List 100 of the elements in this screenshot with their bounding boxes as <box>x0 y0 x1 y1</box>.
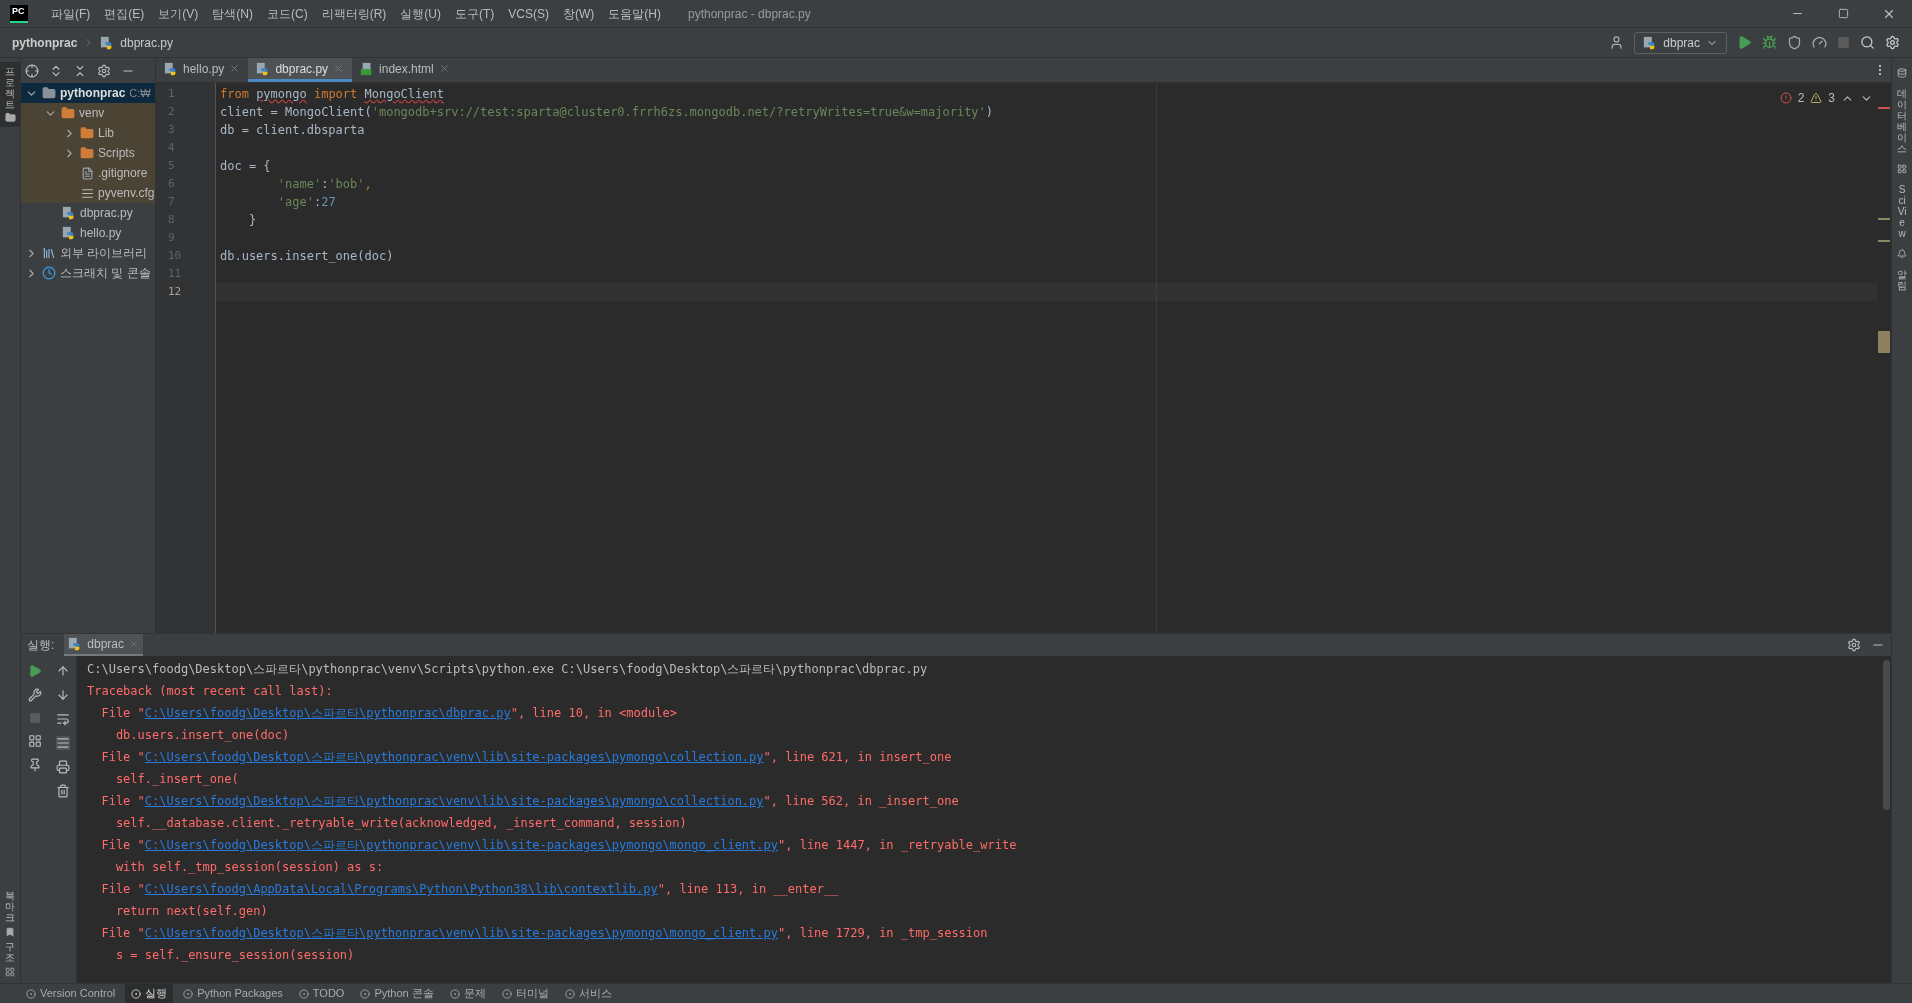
print-icon[interactable] <box>55 760 70 774</box>
search-icon[interactable] <box>1860 35 1875 50</box>
file-link[interactable]: C:\Users\foodg\Desktop\스파르타\pythonprac\venv\lib\site-packages\pymongo\mongo_client.py <box>144 838 778 852</box>
tree-item[interactable]: venv <box>21 103 155 123</box>
run-icon[interactable] <box>1737 35 1752 50</box>
file-link[interactable]: C:\Users\foodg\Desktop\스파르타\pythonprac\venv\lib\site-packages\pymongo\collection.py <box>144 750 764 764</box>
tree-item[interactable]: hello.py <box>21 223 155 243</box>
menu-item[interactable]: 리팩터링(R) <box>314 4 394 23</box>
code-token: doc = { <box>220 158 271 175</box>
tool-icon <box>298 988 309 999</box>
tool-window-tab[interactable]: 터미널 <box>495 984 555 1003</box>
text-file-icon <box>81 186 94 200</box>
breadcrumb-item[interactable]: dbprac.py <box>120 33 174 52</box>
tool-window-tab[interactable]: Python 콘솔 <box>354 984 440 1003</box>
file-link[interactable]: C:\Users\foodg\Desktop\스파르타\pythonprac\venv\lib\site-packages\pymongo\collection.py <box>144 794 764 808</box>
user-icon[interactable] <box>1609 35 1625 50</box>
console-line: s = self._ensure_session(session) <box>114 947 356 964</box>
tree-label: venv <box>79 105 105 122</box>
tool-window-tab[interactable]: 문제 <box>443 984 492 1003</box>
pin-icon[interactable] <box>28 758 42 772</box>
tree-label: .gitignore <box>98 165 148 182</box>
tree-item[interactable]: pythonprac C:₩ <box>21 83 155 103</box>
collapse-all-icon[interactable] <box>73 63 87 78</box>
editor-tab[interactable]: index.html <box>352 58 458 82</box>
error-count[interactable]: 2 <box>1797 89 1805 107</box>
shield-icon[interactable] <box>1787 35 1802 50</box>
tree-item[interactable]: dbprac.py <box>21 203 155 223</box>
console-line: File "C:\Users\foodg\Desktop\스파르타\pythonprac\venv\lib\site-packages\pymongo\mongo_client.py", line 1729, in _tmp_session <box>100 925 989 942</box>
code-token: ) <box>985 104 994 121</box>
menu-item[interactable]: 코드(C) <box>260 4 315 23</box>
tree-item[interactable]: Scripts <box>21 143 155 163</box>
code-token: } <box>247 212 257 229</box>
arrow-up-icon[interactable] <box>55 664 70 678</box>
code-token: : <box>321 176 329 193</box>
tool-icon <box>131 988 142 999</box>
debug-icon[interactable] <box>1762 35 1777 50</box>
tree-label: hello.py <box>80 225 122 242</box>
menu-item[interactable]: 탐색(N) <box>205 4 260 23</box>
tool-window-tab[interactable]: 실행 <box>125 984 174 1003</box>
console-line: File "C:\Users\foodg\Desktop\스파르타\pythonprac\venv\lib\site-packages\pymongo\collection.py", line 621, in insert_one <box>100 749 953 766</box>
menu-item[interactable]: 도구(T) <box>448 4 502 23</box>
tree-item[interactable]: Lib <box>21 123 155 143</box>
sciview-tool-tab[interactable]: SciView <box>1897 184 1907 239</box>
tree-item[interactable]: 스크래치 및 콘솔 <box>21 263 155 283</box>
bookmarks-tool-tab[interactable]: 북마크 <box>5 890 15 923</box>
tool-window-tab[interactable]: 서비스 <box>558 984 618 1003</box>
layout-icon[interactable] <box>28 734 42 748</box>
soft-wrap-icon[interactable] <box>55 712 70 726</box>
menu-item[interactable]: 보기(V) <box>151 4 206 23</box>
menu-item[interactable]: 실행(U) <box>393 4 448 23</box>
menu-item[interactable]: 파일(F) <box>44 4 98 23</box>
tree-item[interactable]: 외부 라이브러리 <box>21 243 155 263</box>
library-icon <box>42 246 56 260</box>
wrench-icon[interactable] <box>28 688 42 702</box>
window-title: pythonprac - dbprac.py <box>688 5 811 23</box>
code-token: db = client.dbsparta <box>220 122 365 139</box>
warning-count[interactable]: 3 <box>1828 89 1835 107</box>
tree-item[interactable]: pyvenv.cfg <box>21 183 155 203</box>
tool-icon <box>449 988 460 999</box>
file-link[interactable]: C:\Users\foodg\Desktop\스파르타\pythonprac\venv\lib\site-packages\pymongo\mongo_client.py <box>144 926 778 940</box>
menu-item[interactable]: VCS(S) <box>501 4 556 23</box>
tool-window-tab[interactable]: Python Packages <box>177 984 289 1003</box>
scroll-to-end-icon[interactable] <box>55 736 70 750</box>
settings-icon[interactable] <box>1885 35 1900 50</box>
scroll-thumb[interactable] <box>1878 331 1890 353</box>
console-line: self.__database.client._retryable_write(acknowledged, _insert_command, session) <box>114 815 688 832</box>
tree-item[interactable]: .gitignore <box>21 163 155 183</box>
breadcrumb-item[interactable]: pythonprac <box>12 33 78 52</box>
editor-tab[interactable]: dbprac.py <box>248 58 353 82</box>
bookmark-icon <box>5 927 15 937</box>
python-file-icon <box>62 226 76 240</box>
file-link[interactable]: C:\Users\foodg\Desktop\스파르타\pythonprac\dbprac.py <box>144 706 511 720</box>
code-token: 'name' <box>276 176 322 193</box>
notifications-tool-tab[interactable]: 알림 <box>1897 269 1907 291</box>
gauge-icon[interactable] <box>1812 35 1827 50</box>
arrow-down-icon[interactable] <box>55 688 70 702</box>
menu-item[interactable]: 창(W) <box>556 4 602 23</box>
settings-icon[interactable] <box>97 63 111 78</box>
structure-tool-tab[interactable]: 구조 <box>5 941 15 963</box>
file-icon <box>81 166 94 180</box>
menu-item[interactable]: 편집(E) <box>97 4 152 23</box>
code-token: , <box>364 176 372 193</box>
bell-icon <box>1897 249 1907 259</box>
menu-item[interactable]: 도움말(H) <box>601 4 668 23</box>
folder-icon <box>4 112 16 123</box>
rerun-icon[interactable] <box>28 664 42 678</box>
run-config-dropdown[interactable]: dbprac <box>1634 31 1727 54</box>
scrollbar-thumb[interactable] <box>1882 660 1890 810</box>
locate-icon[interactable] <box>25 63 39 78</box>
tool-window-tab[interactable]: Version Control <box>20 984 122 1003</box>
console-line: Traceback (most recent call last): <box>87 683 334 700</box>
database-tool-tab[interactable]: 데이터베이스 <box>1897 88 1907 154</box>
settings-icon[interactable] <box>1847 638 1861 652</box>
code-token: 'bob' <box>328 176 365 193</box>
editor-tab[interactable]: hello.py <box>156 58 249 82</box>
run-tab[interactable]: dbprac <box>64 634 144 656</box>
tool-window-tab[interactable]: TODO <box>292 984 351 1003</box>
folder-icon <box>42 86 56 100</box>
file-link[interactable]: C:\Users\foodg\AppData\Local\Programs\Python\Python38\lib\contextlib.py <box>144 882 658 896</box>
trash-icon[interactable] <box>55 784 70 798</box>
